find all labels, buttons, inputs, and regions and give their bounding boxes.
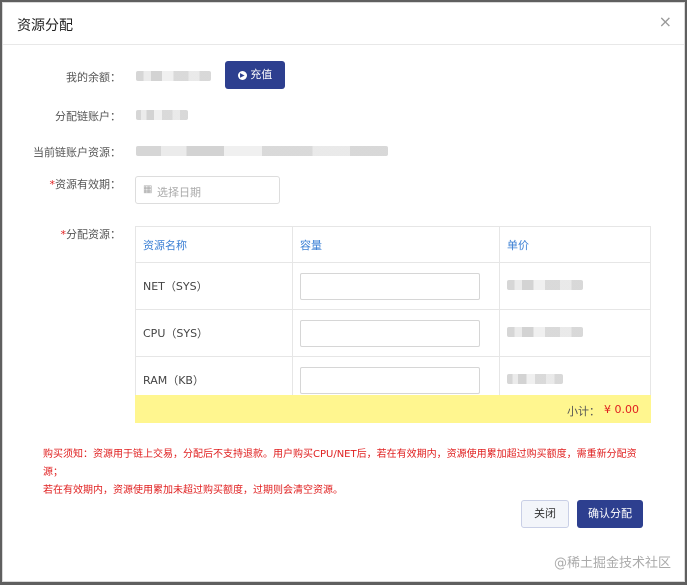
notice-line-1: 购买须知：资源用于链上交易，分配后不支持退款。用户购买CPU/NET后，若在有效… xyxy=(43,449,637,478)
cpu-capacity-input[interactable] xyxy=(300,319,480,347)
subtotal-bar: 小计： ¥ 0.00 xyxy=(135,395,651,423)
resource-allocation-dialog: 资源分配 × 我的余额： ▶ 充值 分配链账户： 当前链账户资源： *资源有效期… xyxy=(2,2,685,582)
confirm-button[interactable]: 确认分配 xyxy=(577,500,643,528)
recharge-button-label: 充值 xyxy=(250,68,273,81)
recharge-button[interactable]: ▶ 充值 xyxy=(225,61,285,89)
current-resources-value-blurred xyxy=(136,146,388,156)
table-row: NET（SYS） xyxy=(135,262,651,310)
allocate-label: *分配资源： xyxy=(60,228,122,241)
net-price-blurred xyxy=(507,279,583,290)
dialog-title: 资源分配 xyxy=(17,18,73,34)
watermark: @稀土掘金技术社区 xyxy=(553,556,671,571)
date-picker-input[interactable]: ▦ 选择日期 xyxy=(135,176,280,204)
date-placeholder: 选择日期 xyxy=(157,186,201,199)
current-resources-label: 当前链账户资源： xyxy=(33,146,121,159)
col-header-capacity: 容量 xyxy=(292,226,500,263)
resource-name: CPU（SYS） xyxy=(135,309,293,357)
resource-name: NET（SYS） xyxy=(135,262,293,310)
col-header-name: 资源名称 xyxy=(135,226,293,263)
subtotal-label: 小计： xyxy=(567,405,600,418)
account-label: 分配链账户： xyxy=(55,110,121,123)
balance-label: 我的余额： xyxy=(66,71,121,84)
cpu-price-blurred xyxy=(507,326,583,337)
account-value-blurred xyxy=(136,110,188,120)
cancel-button[interactable]: 关闭 xyxy=(521,500,569,528)
dialog-header: 资源分配 × xyxy=(3,3,684,45)
calendar-icon: ▦ xyxy=(143,184,153,195)
net-capacity-input[interactable] xyxy=(300,272,480,300)
subtotal-value: ¥ 0.00 xyxy=(604,403,639,416)
validity-label: *资源有效期： xyxy=(49,178,122,191)
balance-value-blurred xyxy=(136,71,211,81)
ram-price-blurred xyxy=(507,373,563,384)
ram-capacity-input[interactable] xyxy=(300,366,480,394)
table-row: CPU（SYS） xyxy=(135,309,651,357)
play-icon: ▶ xyxy=(237,70,247,80)
notice-line-2: 若在有效期内，资源使用累加未超过购买额度，过期则会清空资源。 xyxy=(43,485,343,496)
resource-table: 资源名称 容量 单价 NET（SYS） CPU（SYS） RAM（KB） xyxy=(135,226,651,404)
col-header-price: 单价 xyxy=(499,226,651,263)
purchase-notice: 购买须知：资源用于链上交易，分配后不支持退款。用户购买CPU/NET后，若在有效… xyxy=(43,446,643,500)
close-icon[interactable]: × xyxy=(659,12,672,31)
